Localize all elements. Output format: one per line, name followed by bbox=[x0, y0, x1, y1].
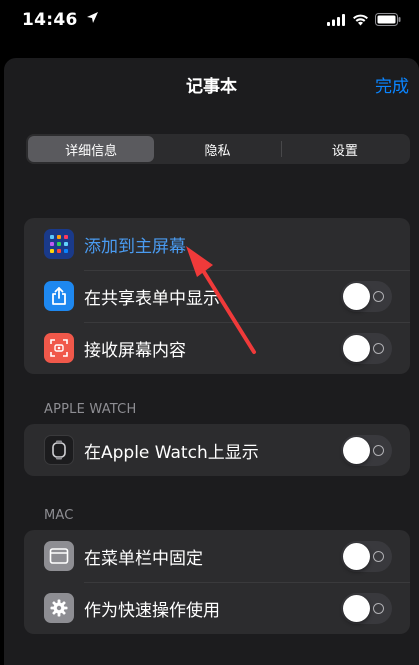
add-to-home-screen-row[interactable]: 添加到主屏幕 bbox=[24, 218, 410, 270]
menu-bar-icon bbox=[44, 541, 74, 571]
mac-group: 在菜单栏中固定 作为快速操作使用 bbox=[24, 530, 410, 634]
menu-bar-toggle[interactable] bbox=[341, 541, 392, 572]
quick-action-label: 作为快速操作使用 bbox=[84, 600, 220, 621]
toggle-off-mark bbox=[373, 291, 384, 302]
status-bar: 14:46 bbox=[0, 0, 419, 44]
toggle-off-mark bbox=[373, 551, 384, 562]
toggle-knob bbox=[343, 595, 370, 622]
status-time-text: 14:46 bbox=[22, 10, 78, 30]
show-in-share-sheet-label: 在共享表单中显示 bbox=[84, 288, 220, 309]
watch-icon bbox=[44, 435, 74, 465]
add-to-home-screen-label: 添加到主屏幕 bbox=[84, 236, 186, 257]
battery-icon bbox=[375, 13, 401, 26]
mac-section-header: MAC bbox=[44, 508, 74, 523]
toggle-knob bbox=[343, 335, 370, 362]
toggle-knob bbox=[343, 437, 370, 464]
apple-watch-group: 在Apple Watch上显示 bbox=[24, 424, 410, 476]
show-on-apple-watch-row: 在Apple Watch上显示 bbox=[24, 424, 410, 476]
toggle-knob bbox=[343, 543, 370, 570]
toggle-off-mark bbox=[373, 445, 384, 456]
tab-settings[interactable]: 设置 bbox=[282, 136, 408, 162]
apple-watch-toggle[interactable] bbox=[341, 435, 392, 466]
gear-icon bbox=[44, 593, 74, 623]
tab-details[interactable]: 详细信息 bbox=[28, 136, 155, 162]
receive-screen-content-row: 接收屏幕内容 bbox=[24, 322, 410, 374]
quick-action-row: 作为快速操作使用 bbox=[24, 582, 410, 634]
main-group: 添加到主屏幕 在共享表单中显示 接收屏幕内容 bbox=[24, 218, 410, 374]
tab-privacy[interactable]: 隐私 bbox=[154, 136, 280, 162]
show-on-apple-watch-label: 在Apple Watch上显示 bbox=[84, 442, 259, 463]
wifi-icon bbox=[353, 14, 368, 25]
show-in-share-sheet-row: 在共享表单中显示 bbox=[24, 270, 410, 322]
done-button[interactable]: 完成 bbox=[375, 72, 409, 97]
share-sheet-toggle[interactable] bbox=[341, 281, 392, 312]
quick-action-toggle[interactable] bbox=[341, 593, 392, 624]
location-arrow-icon bbox=[86, 12, 98, 23]
receive-screen-content-label: 接收屏幕内容 bbox=[84, 340, 186, 361]
toggle-off-mark bbox=[373, 603, 384, 614]
signal-icon bbox=[327, 13, 345, 26]
page-title: 记事本 bbox=[186, 77, 237, 97]
pin-in-menu-bar-row: 在菜单栏中固定 bbox=[24, 530, 410, 582]
apple-watch-section-header: APPLE WATCH bbox=[44, 402, 137, 417]
segmented-control: 详细信息 隐私 设置 bbox=[26, 134, 410, 164]
toggle-knob bbox=[343, 283, 370, 310]
status-indicators bbox=[327, 13, 401, 26]
screen-content-toggle[interactable] bbox=[341, 333, 392, 364]
toggle-off-mark bbox=[373, 343, 384, 354]
pin-in-menu-bar-label: 在菜单栏中固定 bbox=[84, 548, 203, 569]
share-icon bbox=[44, 281, 74, 311]
screen-capture-icon bbox=[44, 333, 74, 363]
settings-sheet: 记事本 完成 详细信息 隐私 设置 添加到主屏幕 在共享表单中显示 接收屏幕内容… bbox=[4, 58, 419, 665]
status-time: 14:46 bbox=[22, 10, 99, 30]
home-screen-icon bbox=[44, 229, 74, 259]
